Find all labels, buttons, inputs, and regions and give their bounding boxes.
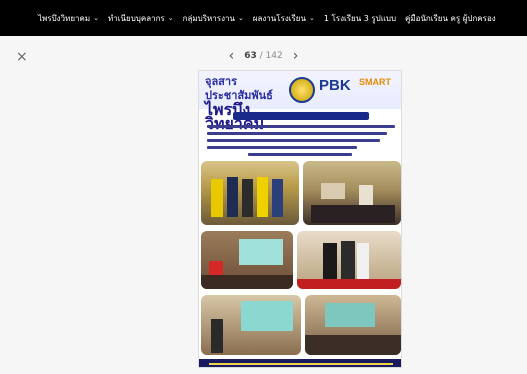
photo-award-ceremony xyxy=(297,231,401,289)
page-separator: / xyxy=(259,51,263,61)
photo-presentation-screen xyxy=(201,231,293,289)
nav-item-school-models[interactable]: 1 โรงเรียน 3 รูปแบบ xyxy=(324,12,396,25)
chevron-left-icon[interactable]: ‹ xyxy=(229,49,235,63)
poster-banner xyxy=(233,112,369,120)
chevron-right-icon[interactable]: › xyxy=(293,49,299,63)
chevron-down-icon: ⌄ xyxy=(93,14,100,22)
nav-item-label: ทำเนียบบุคลากร xyxy=(108,13,165,23)
nav-item-label: กลุ่มบริหารงาน xyxy=(182,13,235,23)
top-navigation: ไพรบึงวิทยาคม ⌄ ทำเนียบบุคลากร ⌄ กลุ่มบร… xyxy=(0,0,527,36)
chevron-down-icon: ⌄ xyxy=(308,14,315,22)
school-seal-icon xyxy=(289,77,315,103)
photo-group-stage xyxy=(201,161,299,225)
newsletter-poster-image: จุลสารประชาสัมพันธ์ ไพรบึงวิทยาคม PBK SM… xyxy=(198,70,402,368)
chevron-down-icon: ⌄ xyxy=(237,14,244,22)
nav-item-label: คู่มือนักเรียน ครู ผู้ปกครอง xyxy=(405,13,496,23)
photo-speaker-screen xyxy=(201,295,301,355)
poster-text-block xyxy=(207,125,395,160)
nav-item-personnel[interactable]: ทำเนียบบุคลากร ⌄ xyxy=(108,12,174,25)
poster-footer-line xyxy=(209,363,393,365)
page-navigator: ‹ 63 / 142 › xyxy=(0,49,527,63)
photo-hall-audience xyxy=(303,161,401,225)
chevron-down-icon: ⌄ xyxy=(167,14,174,22)
poster-title: จุลสารประชาสัมพันธ์ ไพรบึงวิทยาคม xyxy=(205,75,285,132)
brand-tag: SMART xyxy=(359,77,391,87)
photo-workshop-room xyxy=(305,295,401,355)
brand-logo: PBK xyxy=(319,77,351,94)
nav-item-handbook[interactable]: คู่มือนักเรียน ครู ผู้ปกครอง xyxy=(405,12,496,25)
total-pages: 142 xyxy=(265,51,283,61)
nav-item-admin-groups[interactable]: กลุ่มบริหารงาน ⌄ xyxy=(183,12,244,25)
nav-item-home[interactable]: ไพรบึงวิทยาคม ⌄ xyxy=(38,12,99,25)
nav-item-label: ผลงานโรงเรียน xyxy=(252,13,306,23)
nav-item-achievements[interactable]: ผลงานโรงเรียน ⌄ xyxy=(253,12,315,25)
poster-title-line1: จุลสารประชาสัมพันธ์ xyxy=(205,75,273,102)
current-page: 63 xyxy=(244,51,257,61)
nav-item-label: 1 โรงเรียน 3 รูปแบบ xyxy=(323,13,397,23)
nav-item-label: ไพรบึงวิทยาคม xyxy=(38,13,91,23)
